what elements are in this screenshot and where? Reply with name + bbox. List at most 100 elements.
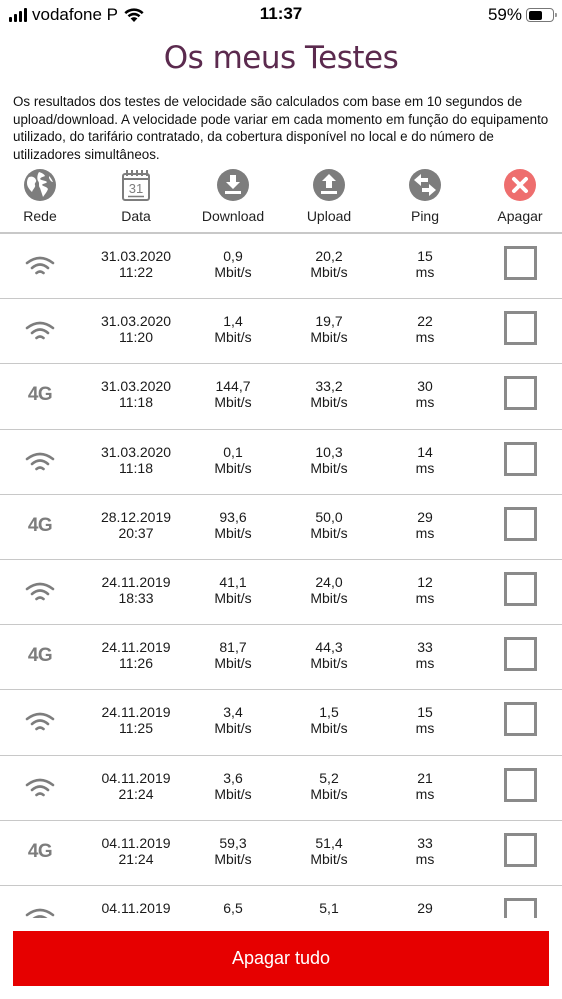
delete-checkbox[interactable]: [503, 311, 537, 346]
upload-unit: Mbit/s: [310, 524, 348, 541]
download-value: 0,1: [223, 443, 243, 460]
ping-value: 15: [417, 248, 433, 264]
header-data-label: Data: [121, 208, 151, 224]
delete-checkbox[interactable]: [503, 897, 537, 918]
delete-checkbox[interactable]: [503, 571, 537, 606]
download-unit: Mbit/s: [214, 264, 252, 280]
delete-checkbox[interactable]: [503, 376, 537, 411]
test-time: 11:20: [119, 329, 153, 346]
ping-unit: ms: [415, 264, 435, 280]
upload-cell: 33,2 Mbit/s: [286, 378, 372, 410]
ping-cell: 21 ms: [382, 770, 468, 802]
download-value: 3,4: [223, 704, 243, 721]
ping-cell: 12 ms: [382, 574, 468, 606]
ping-unit: ms: [415, 329, 435, 346]
delete-checkbox[interactable]: [503, 441, 537, 476]
delete-checkbox[interactable]: [503, 767, 537, 802]
ping-unit: ms: [415, 850, 435, 867]
header-upload-label: Upload: [306, 208, 352, 224]
table-header: Rede 31 Data Download Upload Ping Apagar: [0, 168, 562, 234]
download-unit: Mbit/s: [190, 916, 276, 918]
network-4g-label: 4G: [27, 514, 53, 536]
test-date: 28.12.2019: [100, 508, 172, 525]
select-cell: [478, 897, 562, 918]
table-row: 4G 31.03.2020 11:18 144,7 Mbit/s 33,2 Mb…: [0, 364, 562, 430]
delete-checkbox[interactable]: [503, 702, 537, 737]
select-cell: [478, 441, 562, 476]
ping-unit: ms: [415, 655, 435, 672]
ping-cell: 30 ms: [382, 378, 468, 410]
upload-unit: Mbit/s: [310, 589, 348, 606]
test-time: 11:18: [119, 394, 153, 411]
select-cell: [478, 376, 562, 411]
table-row: 24.11.2019 11:25 3,4 Mbit/s 1,5 Mbit/s 1…: [0, 690, 562, 756]
network-cell: [0, 253, 80, 277]
delete-all-button[interactable]: Apagar tudo: [13, 931, 549, 986]
download-cell: 41,1 Mbit/s: [190, 574, 276, 606]
download-unit: Mbit/s: [214, 720, 252, 737]
download-cell: 0,9 Mbit/s: [190, 248, 276, 280]
page-description: Os resultados dos testes de velocidade s…: [13, 94, 549, 162]
table-row: 4G 28.12.2019 20:37 93,6 Mbit/s 50,0 Mbi…: [0, 495, 562, 560]
ping-unit: ms: [415, 720, 435, 737]
download-unit: Mbit/s: [214, 459, 252, 476]
wifi-icon: [25, 778, 55, 796]
wifi-icon: [25, 452, 55, 470]
test-date: 31.03.2020: [100, 313, 172, 330]
test-date: 04.11.2019: [101, 769, 171, 786]
test-date: 31.03.2020: [100, 378, 172, 395]
ping-cell: 29 ms: [382, 509, 468, 541]
test-date: 04.11.2019: [101, 834, 171, 851]
download-unit: Mbit/s: [214, 329, 252, 346]
download-cell: 144,7 Mbit/s: [190, 378, 276, 410]
header-apagar-label: Apagar: [497, 208, 543, 224]
upload-value: 19,7: [315, 313, 343, 330]
delete-checkbox[interactable]: [503, 832, 537, 867]
date-cell: 04.11.2019 21:24: [90, 835, 182, 867]
table-row: 04.11.2019 6,5 Mbit/s 5,1 Mbit/s 29 ms: [0, 886, 562, 918]
download-cell: 81,7 Mbit/s: [190, 639, 276, 671]
globe-icon: [24, 169, 56, 201]
download-cell: 3,6 Mbit/s: [190, 770, 276, 802]
ping-unit: ms: [382, 916, 468, 918]
wifi-icon: [25, 908, 55, 918]
select-cell: [478, 832, 562, 867]
upload-unit: Mbit/s: [286, 916, 372, 918]
upload-value: 51,4: [315, 834, 343, 851]
delete-checkbox[interactable]: [503, 246, 537, 280]
delete-checkbox[interactable]: [503, 637, 537, 672]
select-cell: [478, 571, 562, 606]
header-upload: Upload: [286, 168, 372, 224]
ping-value: 22: [417, 313, 433, 330]
download-icon: [217, 169, 249, 201]
test-date: 24.11.2019: [101, 704, 171, 721]
upload-unit: Mbit/s: [310, 329, 348, 346]
network-cell: [0, 318, 80, 342]
header-rede-label: Rede: [23, 208, 57, 224]
upload-unit: Mbit/s: [310, 459, 348, 476]
calendar-day: 31: [129, 181, 143, 196]
ping-unit: ms: [415, 394, 435, 411]
test-time: 21:24: [118, 785, 154, 802]
select-cell: [478, 246, 562, 280]
wifi-icon: [25, 321, 55, 340]
upload-value: 5,1: [319, 899, 339, 916]
upload-unit: Mbit/s: [310, 655, 348, 672]
ping-unit: ms: [415, 589, 435, 606]
status-bar: vodafone P 11:37 59%: [0, 0, 562, 30]
table-row: 31.03.2020 11:22 0,9 Mbit/s 20,2 Mbit/s …: [0, 234, 562, 300]
test-time: 11:25: [119, 720, 153, 737]
test-date: 24.11.2019: [101, 639, 171, 656]
upload-unit: Mbit/s: [310, 850, 348, 867]
battery-icon: [526, 8, 557, 22]
test-date: 31.03.2020: [100, 248, 172, 264]
results-list[interactable]: 31.03.2020 11:22 0,9 Mbit/s 20,2 Mbit/s …: [0, 234, 562, 918]
ping-value: 21: [417, 769, 433, 786]
test-date: 24.11.2019: [101, 573, 171, 590]
upload-cell: 44,3 Mbit/s: [286, 639, 372, 671]
download-unit: Mbit/s: [214, 524, 252, 541]
ping-unit: ms: [415, 524, 435, 541]
delete-checkbox[interactable]: [503, 506, 537, 541]
ping-value: 29: [417, 508, 433, 525]
download-cell: 6,5 Mbit/s: [190, 900, 276, 918]
